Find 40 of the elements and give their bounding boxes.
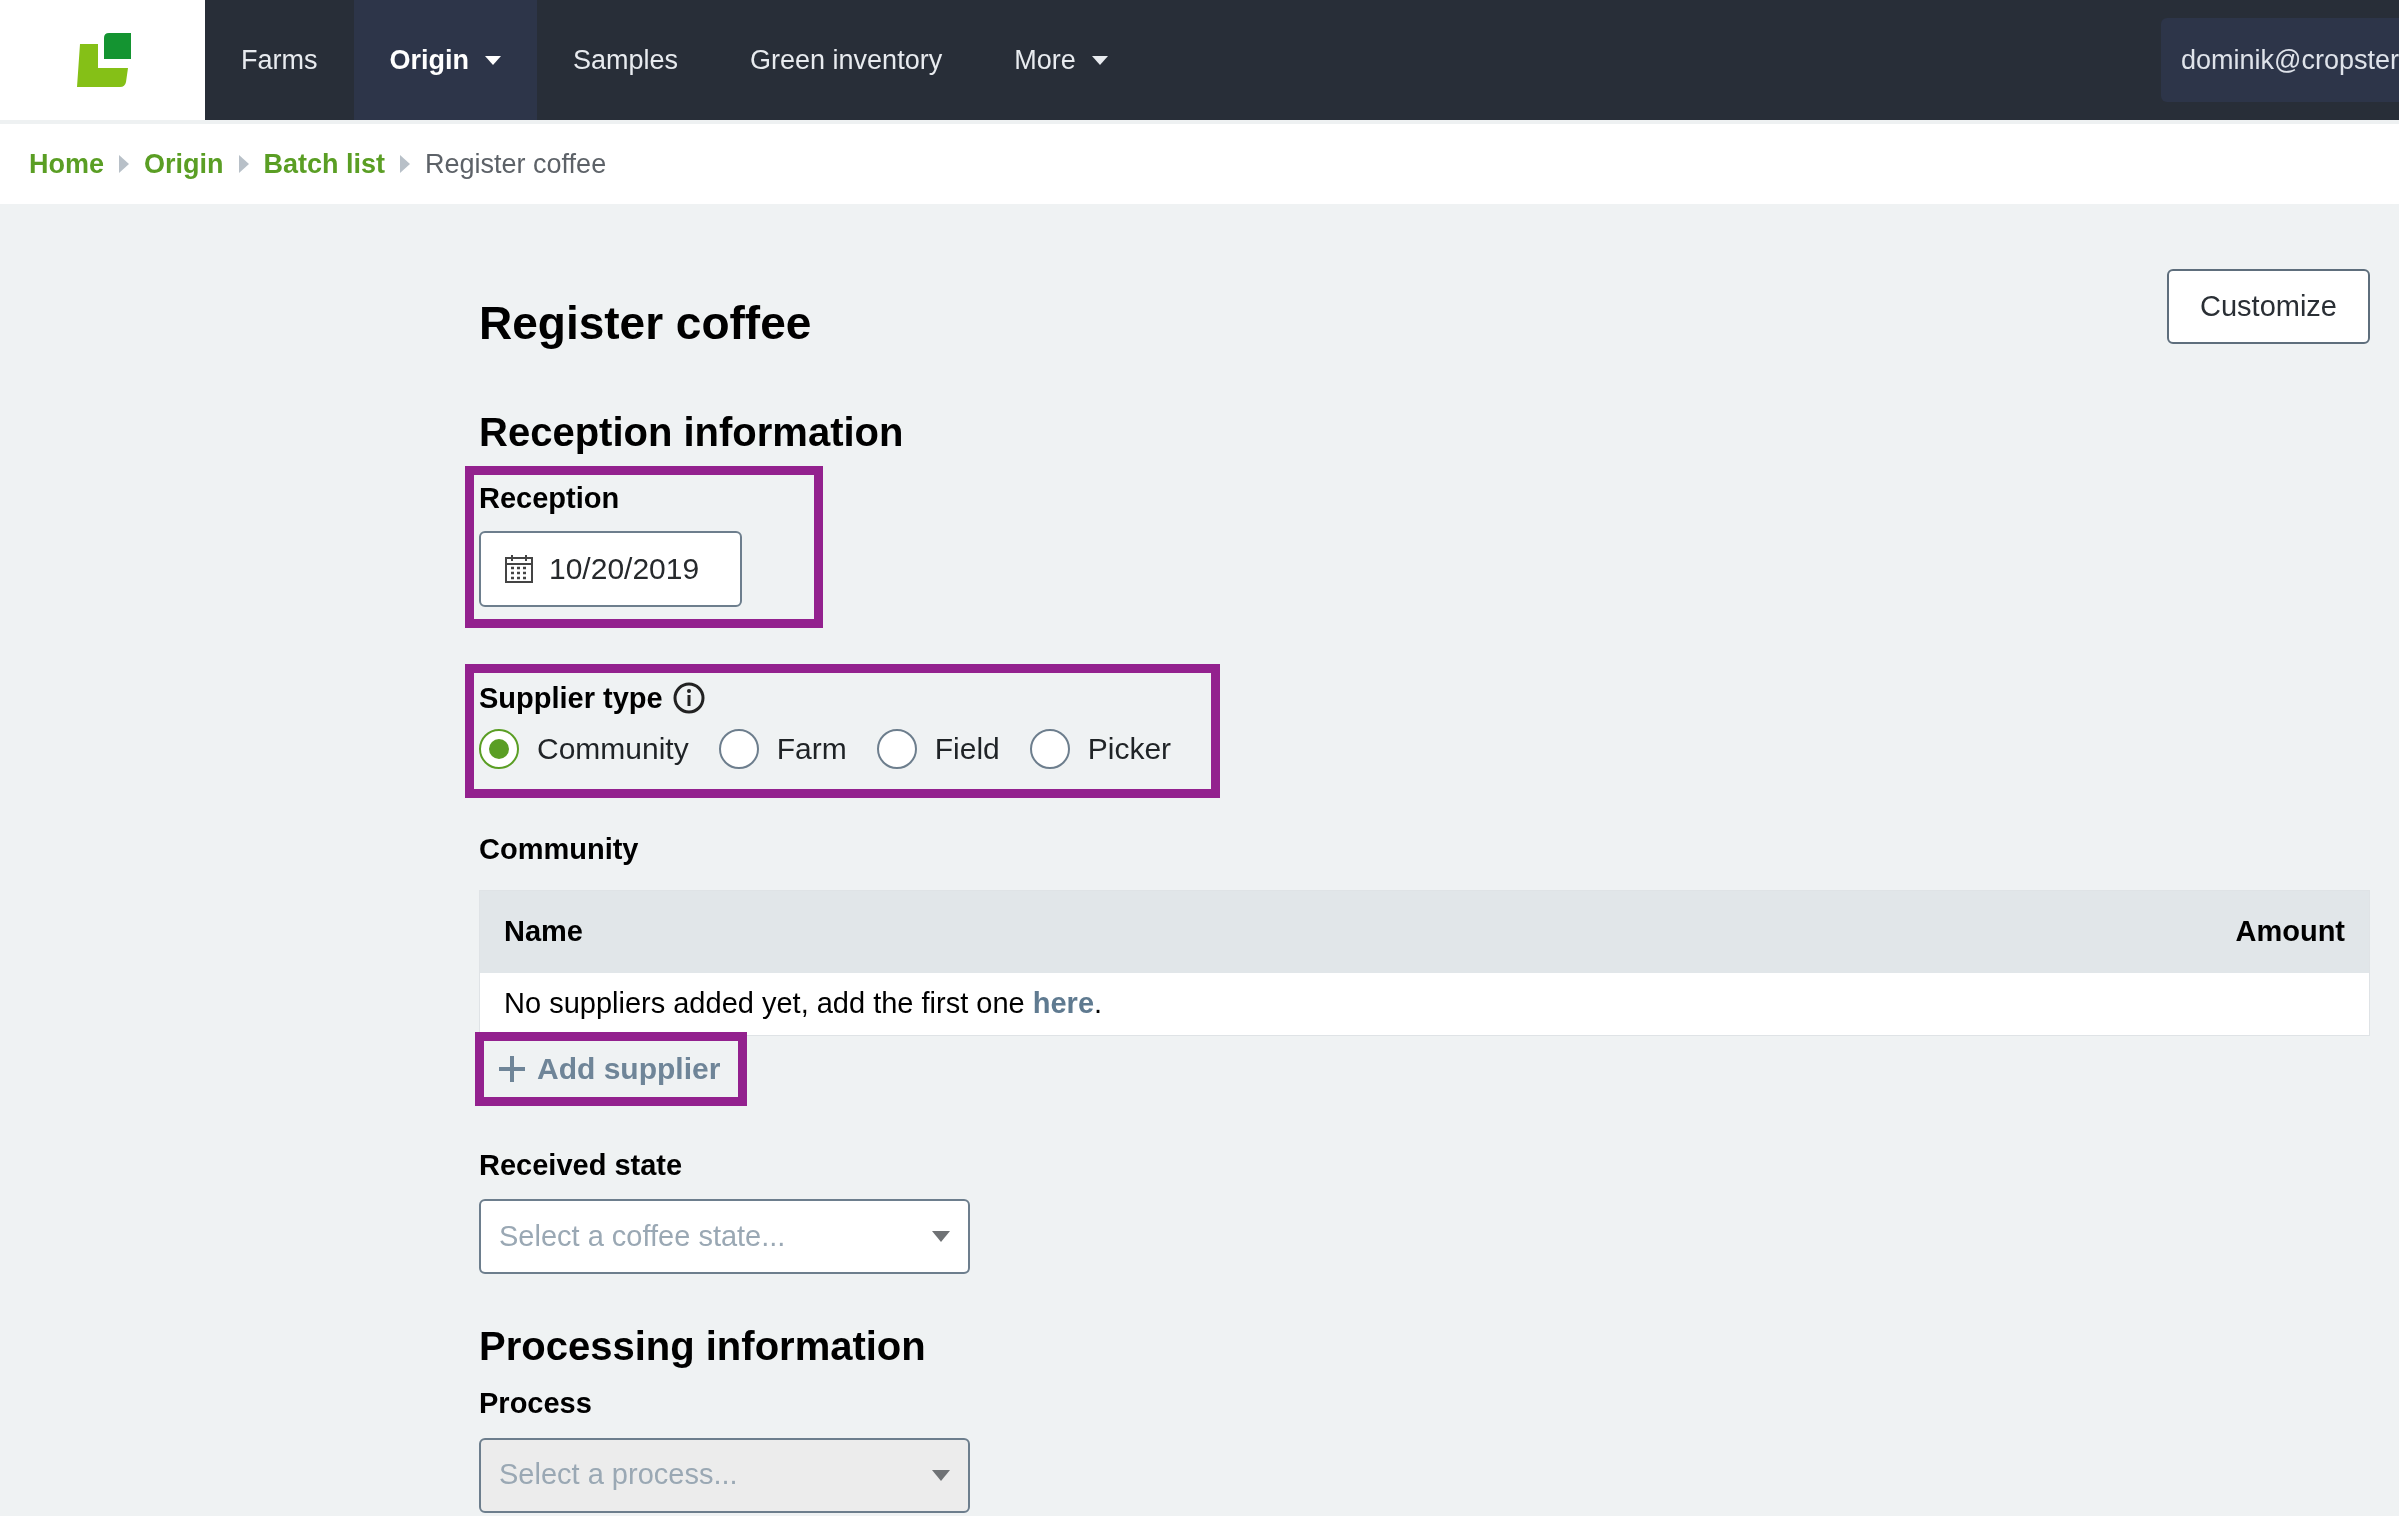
section-heading: Processing information (479, 1323, 927, 1370)
radio-option[interactable]: Field (876, 726, 1000, 771)
caret-down-icon (932, 1469, 950, 1481)
radio-button[interactable] (1029, 728, 1070, 769)
date-field[interactable]: 10/20/2019 (479, 530, 742, 607)
field-label: Community (479, 832, 640, 867)
page-title: Register coffee (479, 296, 812, 351)
here-link[interactable]: here (1032, 986, 1095, 1019)
nav-tab[interactable]: Origin (353, 0, 537, 120)
user-menu-button[interactable]: dominik@cropster (2161, 18, 2399, 102)
caret-icon (1091, 55, 1108, 65)
date-value: 10/20/2019 (549, 551, 700, 587)
plus-icon (499, 1055, 525, 1082)
radio-button[interactable] (876, 728, 917, 769)
nav-tab[interactable]: More (978, 0, 1144, 120)
nav-tab[interactable]: Green inventory (714, 0, 979, 120)
column-header: Amount (2235, 913, 2345, 949)
chevron-right-icon (238, 155, 249, 173)
radio-option[interactable]: Picker (1029, 726, 1172, 771)
nav-tab[interactable]: Farms (205, 0, 354, 120)
chevron-right-icon (119, 155, 129, 173)
radio-button[interactable] (718, 728, 759, 769)
empty-message: No suppliers added yet, add the first one here. (504, 985, 1103, 1021)
field-label: Reception (479, 481, 621, 516)
chevron-right-icon (400, 155, 411, 173)
nav-tab[interactable]: Samples (537, 0, 715, 120)
customize-button[interactable]: Customize (2167, 269, 2370, 344)
field-label: Received state (479, 1147, 684, 1183)
radio-button[interactable] (479, 728, 519, 769)
section-heading: Reception information (479, 409, 905, 456)
info-icon[interactable] (672, 682, 705, 715)
field-label: Process (479, 1386, 593, 1421)
breadcrumb-current: Register coffee (425, 147, 607, 181)
caret-down-icon (932, 1231, 950, 1242)
calendar-icon (505, 554, 533, 583)
radio-option[interactable]: Community (479, 726, 689, 771)
field-label: Supplier type (479, 680, 663, 716)
column-header: Name (504, 913, 583, 949)
caret-icon (485, 55, 501, 65)
radio-option[interactable]: Farm (718, 726, 847, 771)
